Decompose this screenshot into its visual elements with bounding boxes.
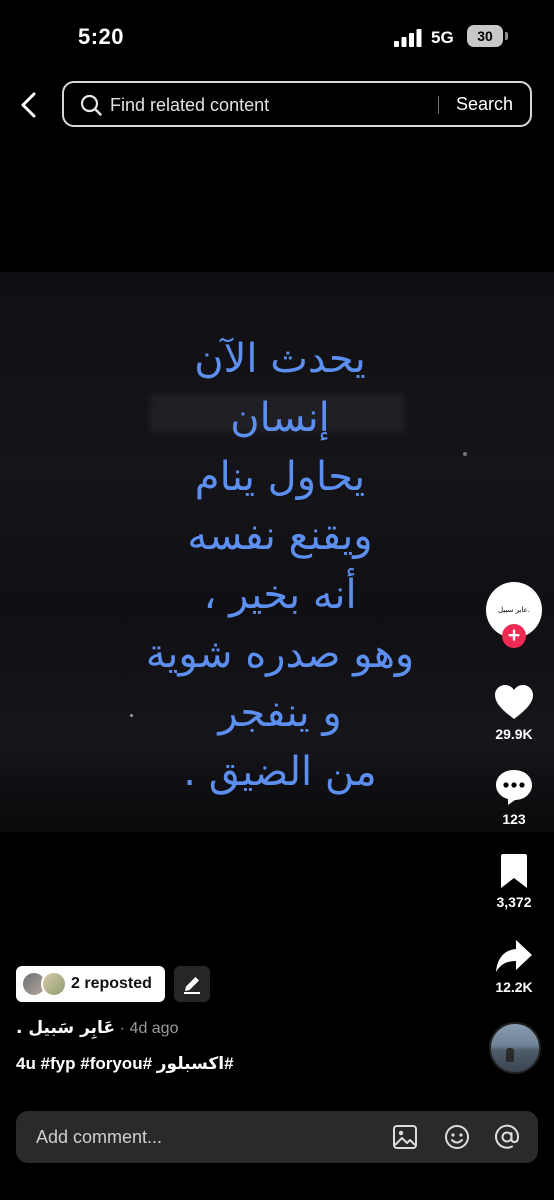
share-icon (496, 940, 532, 972)
caption-line: و ينفجر (218, 690, 342, 736)
back-button[interactable] (14, 88, 46, 122)
video-screen: 5:20 5G 30 Search يحدث الآن إ (0, 0, 554, 1200)
comment-count: 123 (502, 811, 526, 827)
share-button[interactable]: 12.2K (484, 938, 544, 995)
comment-button[interactable]: 123 (484, 768, 544, 827)
comment-bar[interactable] (16, 1111, 538, 1163)
heart-icon (495, 685, 533, 719)
repost-chip[interactable]: 2 reposted (16, 966, 165, 1002)
emoji-icon[interactable] (444, 1124, 470, 1150)
search-bar[interactable]: Search (62, 81, 532, 127)
battery-tip (505, 32, 508, 40)
image-icon[interactable] (392, 1124, 418, 1150)
author-name[interactable]: عَابِر سَبيل . (16, 1018, 115, 1038)
share-count: 12.2K (495, 979, 533, 995)
video-caption: يحدث الآن إنسان يحاول ينام ويقنع نفسه أن… (60, 330, 500, 802)
comment-icon (496, 770, 532, 805)
search-input[interactable] (110, 91, 440, 119)
caption-line: إنسان (230, 395, 330, 441)
signal-icon (394, 29, 422, 47)
search-button[interactable]: Search (456, 94, 513, 115)
follow-button[interactable]: + (502, 624, 526, 648)
status-bar: 5:20 5G 30 (0, 0, 554, 70)
avatar (41, 971, 67, 997)
mention-icon[interactable] (494, 1124, 520, 1150)
search-icon (80, 94, 102, 116)
caption-line: يحدث الآن (194, 336, 366, 382)
battery-indicator: 30 (467, 25, 503, 47)
like-button[interactable]: 29.9K (484, 683, 544, 742)
edit-repost-button[interactable] (174, 966, 210, 1002)
pencil-icon (184, 977, 200, 994)
status-time: 5:20 (78, 24, 125, 49)
comment-input[interactable] (36, 1125, 366, 1149)
like-count: 29.9K (495, 726, 533, 742)
search-divider (438, 96, 439, 114)
caption-line: أنه بخير ، (203, 572, 357, 618)
save-button[interactable]: 3,372 (484, 853, 544, 910)
hashtags[interactable]: 4u #fyp #foryou# اكسبلور# (16, 1054, 234, 1074)
post-age: · 4d ago (119, 1020, 179, 1037)
sound-disc-figure (506, 1048, 514, 1062)
save-count: 3,372 (496, 894, 532, 910)
caption-line: من الضيق . (183, 749, 377, 795)
caption-line: وهو صدره شوية (145, 631, 415, 677)
sound-disc[interactable] (489, 1022, 541, 1074)
bookmark-icon (501, 854, 527, 888)
network-type: 5G (431, 28, 454, 47)
chevron-left-icon (21, 92, 36, 118)
author-line: عَابِر سَبيل . · 4d ago (16, 1018, 178, 1042)
caption-line: يحاول ينام (194, 454, 366, 500)
repost-label: 2 reposted (71, 975, 152, 992)
caption-line: ويقنع نفسه (187, 513, 373, 559)
